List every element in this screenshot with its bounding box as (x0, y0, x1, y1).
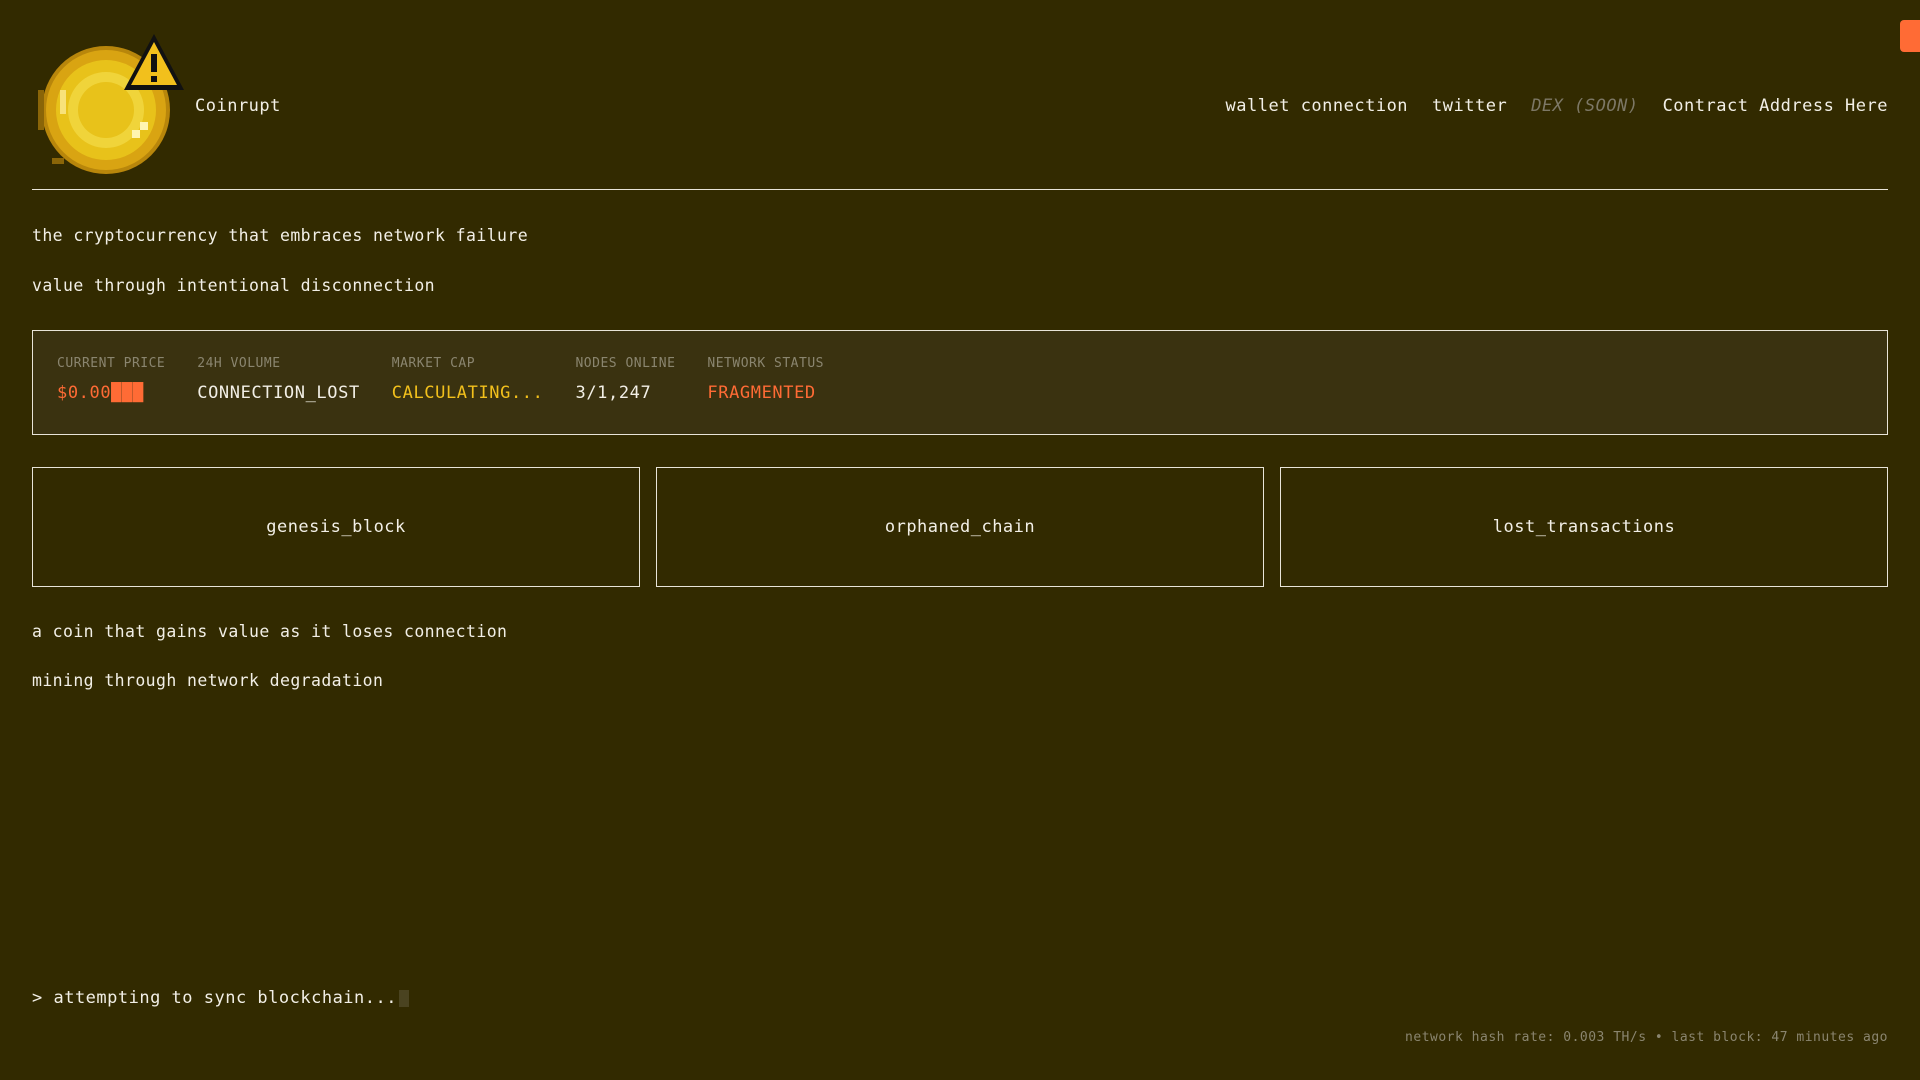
tagline-3: a coin that gains value as it loses conn… (32, 622, 508, 641)
stat-nodes-online: NODES ONLINE 3/1,247 (575, 356, 675, 434)
terminal-text: > attempting to sync blockchain... (32, 988, 397, 1008)
tagline-2: value through intentional disconnection (32, 276, 436, 295)
stat-label: NODES ONLINE (575, 356, 676, 371)
card-orphaned-chain[interactable]: orphaned_chain (656, 467, 1264, 587)
terminal-cursor (399, 989, 409, 1007)
stat-value: FRAGMENTED (707, 383, 816, 403)
cards-row: genesis_block orphaned_chain lost_transa… (32, 467, 1888, 587)
stat-market-cap: MARKET CAP CALCULATING... (392, 356, 544, 434)
terminal-line: > attempting to sync blockchain... (32, 988, 409, 1008)
stat-label: MARKET CAP (391, 356, 476, 371)
stat-value: 3/1,247 (575, 383, 652, 403)
tagline-1: the cryptocurrency that embraces network… (32, 226, 529, 245)
header: Coinrupt wallet connection twitter DEX (… (32, 30, 1888, 190)
card-lost-transactions[interactable]: lost_transactions (1280, 467, 1888, 587)
nav-wallet-connection[interactable]: wallet connection (1226, 96, 1409, 116)
stat-label: 24H VOLUME (197, 356, 281, 371)
nav-dex-soon: DEX (SOON) (1531, 96, 1639, 116)
card-genesis-block[interactable]: genesis_block (32, 467, 640, 587)
stat-value: $0.00███ (57, 383, 144, 403)
nav-twitter[interactable]: twitter (1432, 96, 1507, 116)
stat-value: CONNECTION_LOST (197, 383, 360, 403)
corner-tab-button[interactable] (1900, 20, 1920, 52)
coin-warning-logo-icon (32, 30, 188, 182)
stat-24h-volume: 24H VOLUME CONNECTION_LOST (197, 356, 360, 434)
page: Coinrupt wallet connection twitter DEX (… (0, 0, 1920, 1080)
stat-value: CALCULATING... (391, 383, 544, 403)
tagline-4: mining through network degradation (32, 671, 384, 690)
stats-panel: CURRENT PRICE $0.00███ 24H VOLUME CONNEC… (32, 330, 1888, 435)
stat-label: NETWORK STATUS (707, 356, 824, 371)
stat-current-price: CURRENT PRICE $0.00███ (57, 356, 165, 434)
stat-network-status: NETWORK STATUS FRAGMENTED (707, 356, 824, 434)
stat-label: CURRENT PRICE (57, 356, 166, 371)
brand-name[interactable]: Coinrupt (195, 96, 281, 116)
nav-contract-address[interactable]: Contract Address Here (1663, 96, 1888, 116)
main-nav: wallet connection twitter DEX (SOON) Con… (1226, 96, 1888, 116)
footer-network-info: network hash rate: 0.003 TH/s • last blo… (1405, 1030, 1888, 1045)
